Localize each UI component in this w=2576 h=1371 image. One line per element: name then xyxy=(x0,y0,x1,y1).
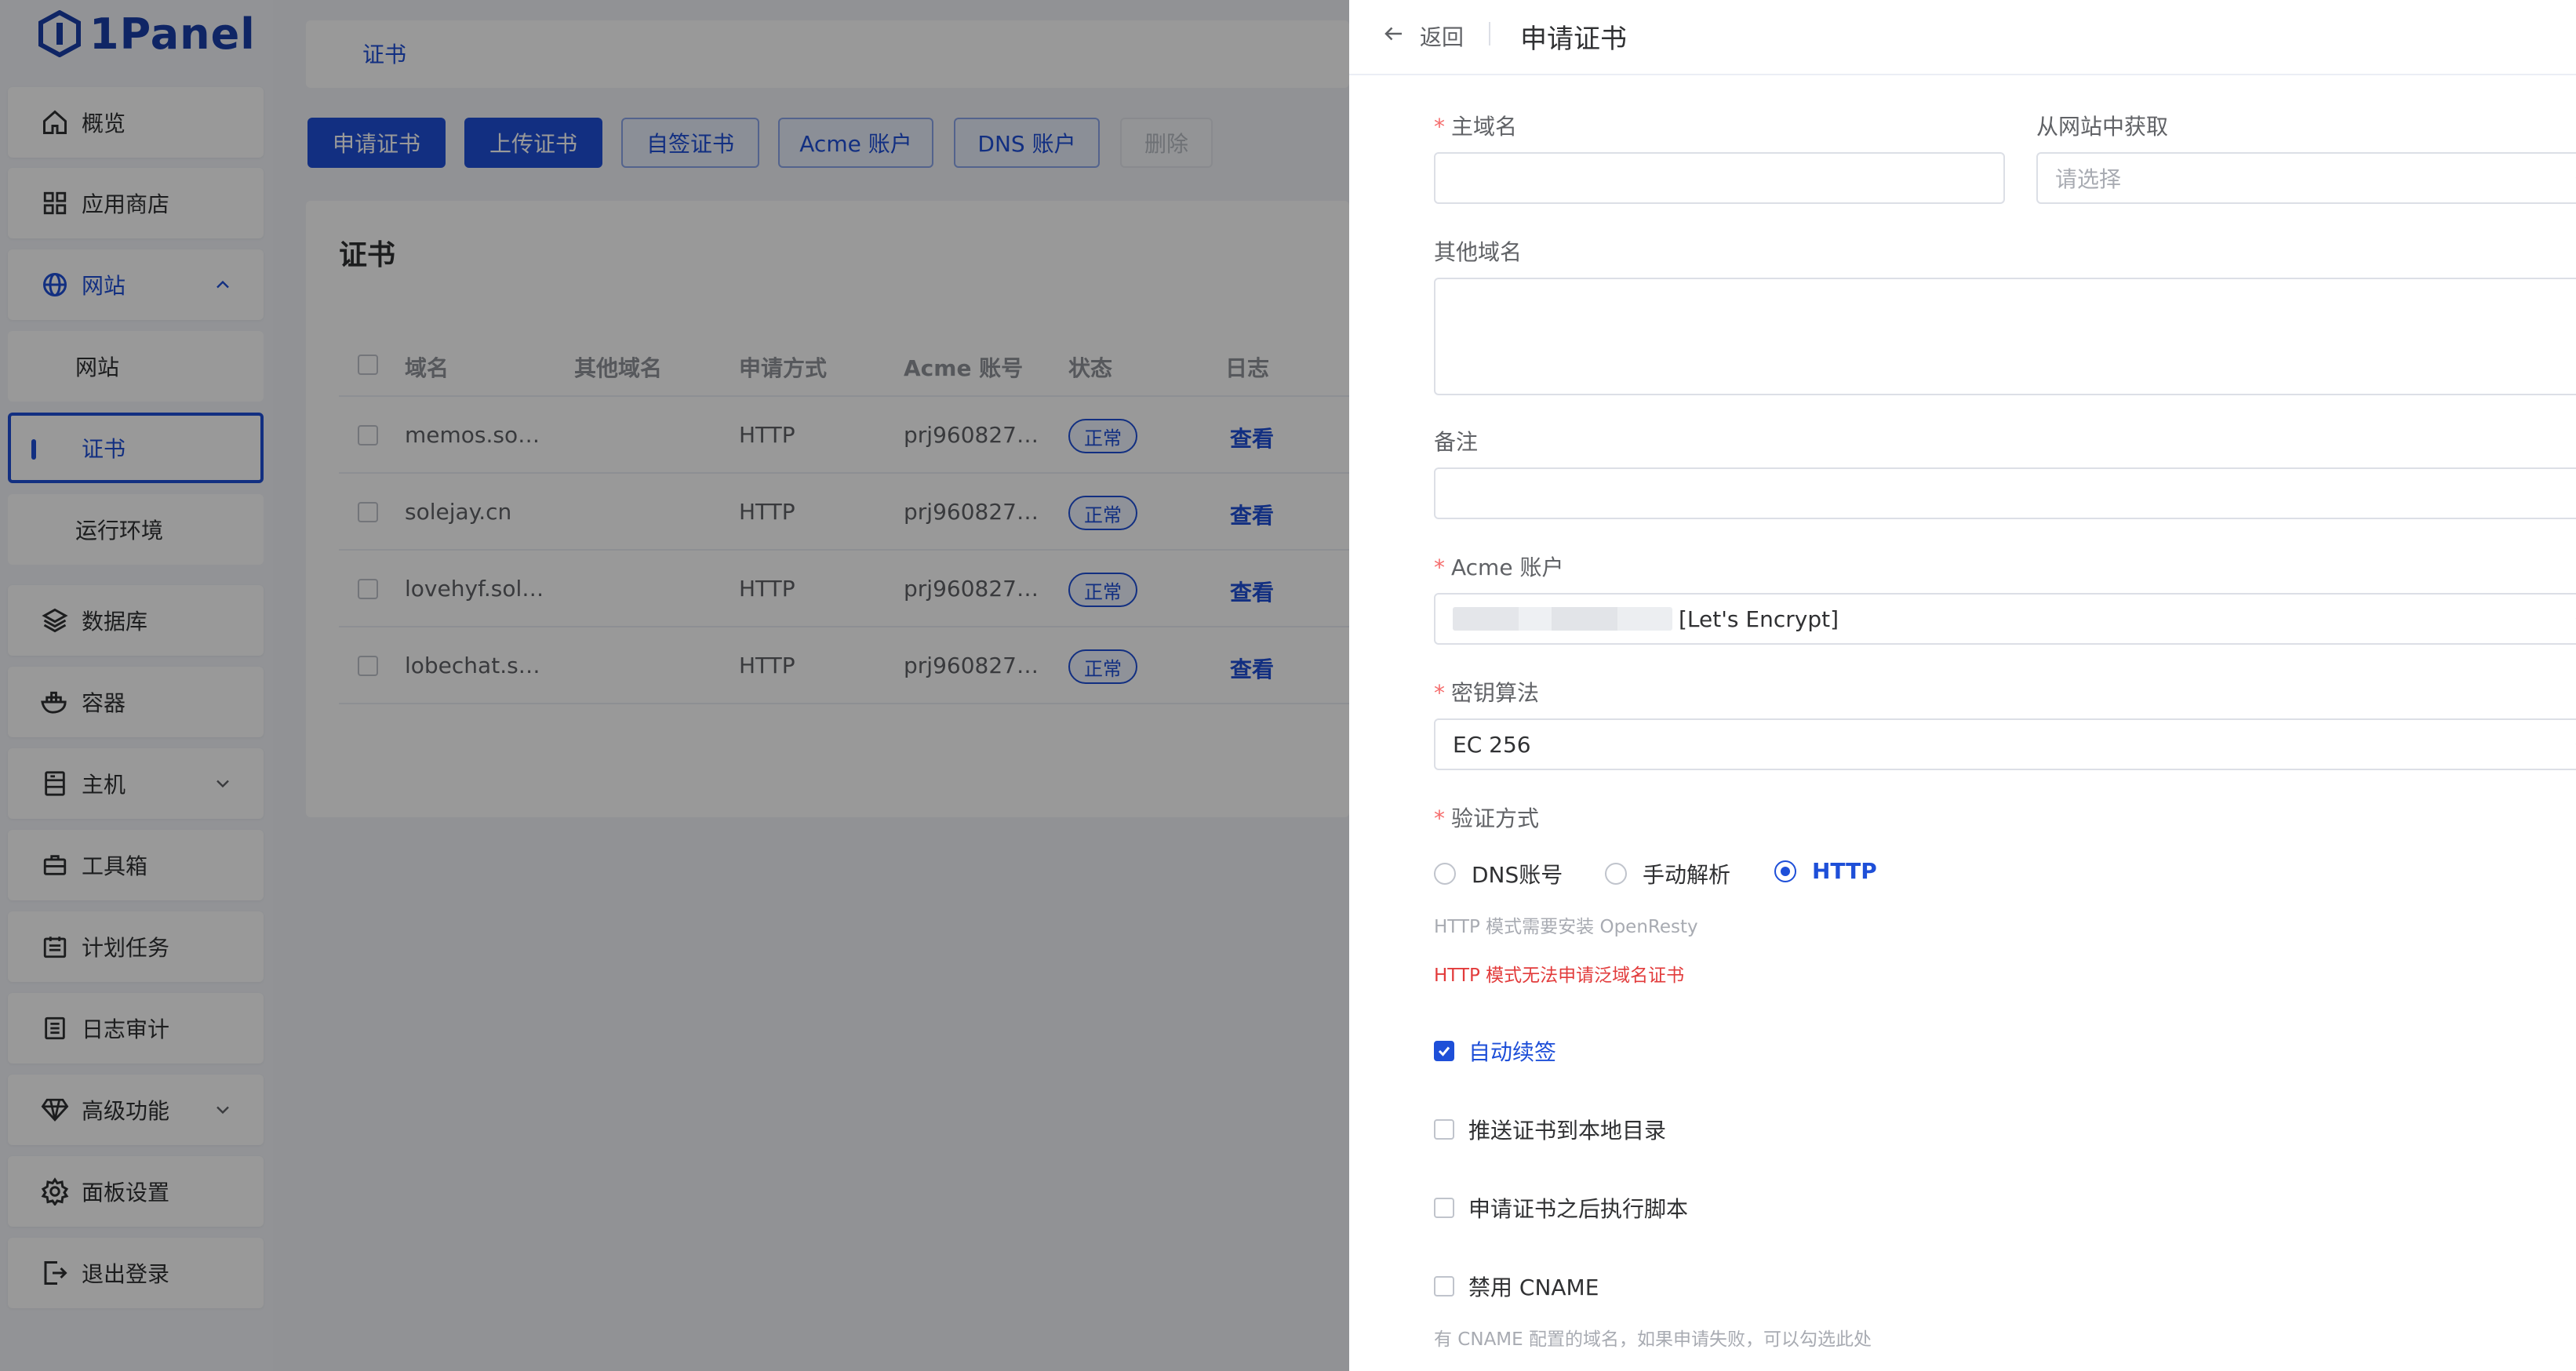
modal-overlay[interactable] xyxy=(0,0,1349,1371)
radio-circle xyxy=(1605,863,1627,885)
key-algorithm-select[interactable]: EC 256 xyxy=(1434,718,2576,770)
http-hint: HTTP 模式需要安装 OpenResty xyxy=(1434,917,1698,937)
exec-script-checkbox[interactable]: 申请证书之后执行脚本 xyxy=(1434,1192,1688,1224)
verify-radio-http[interactable]: HTTP xyxy=(1774,858,1877,884)
from-site-label: 从网站中获取 xyxy=(2036,114,2169,140)
primary-domain-input[interactable] xyxy=(1434,152,2005,204)
required-mark: * xyxy=(1434,680,1445,706)
checkbox-box xyxy=(1434,1276,1454,1296)
select-value: EC 256 xyxy=(1453,731,1531,758)
checkbox-label: 申请证书之后执行脚本 xyxy=(1468,1196,1689,1222)
check-icon xyxy=(1438,1046,1450,1056)
chevron-down-icon xyxy=(2571,736,2576,756)
auto-renew-checkbox[interactable]: 自动续签 xyxy=(1434,1035,1556,1067)
chevron-down-icon xyxy=(2575,177,2576,178)
remark-input[interactable] xyxy=(1434,467,2576,519)
verify-radio-dns[interactable]: DNS账号 xyxy=(1434,858,1563,889)
required-mark: * xyxy=(1434,555,1445,580)
chevron-down-icon xyxy=(2575,618,2576,619)
radio-circle xyxy=(1434,863,1456,885)
back-button[interactable]: 返回 xyxy=(1420,20,1464,52)
verify-radio-manual[interactable]: 手动解析 xyxy=(1605,858,1730,889)
cname-hint: 有 CNAME 配置的域名，如果申请失败，可以勾选此处 xyxy=(1434,1329,1872,1350)
other-domains-textarea[interactable] xyxy=(1434,278,2576,395)
acme-account-label: * Acme 账户 xyxy=(1434,551,1563,582)
label-text: 主域名 xyxy=(1451,114,1518,140)
select-value: [Let's Encrypt] xyxy=(1679,605,1839,632)
checkbox-label: 禁用 CNAME xyxy=(1468,1275,1599,1300)
push-local-checkbox[interactable]: 推送证书到本地目录 xyxy=(1434,1114,1666,1145)
label-text: Acme 账户 xyxy=(1451,555,1564,580)
radio-circle xyxy=(1774,860,1796,882)
radio-label: HTTP xyxy=(1812,858,1877,884)
back-arrow-icon[interactable] xyxy=(1382,22,1406,45)
required-mark: * xyxy=(1434,806,1445,831)
drawer-header-divider xyxy=(1349,74,2576,75)
other-domains-label: 其他域名 xyxy=(1434,239,1523,265)
http-warning: HTTP 模式无法申请泛域名证书 xyxy=(1434,966,1685,986)
header-separator xyxy=(1489,22,1490,45)
checkbox-label: 推送证书到本地目录 xyxy=(1468,1118,1667,1144)
drawer-title: 申请证书 xyxy=(1520,24,1627,55)
from-site-select[interactable]: 请选择 xyxy=(2036,152,2576,204)
checkbox-box xyxy=(1434,1041,1454,1061)
checkbox-label: 自动续签 xyxy=(1468,1039,1557,1065)
acme-account-select[interactable]: [Let's Encrypt] xyxy=(1434,593,2576,645)
checkbox-box xyxy=(1434,1119,1454,1140)
radio-label: 手动解析 xyxy=(1643,862,1731,888)
label-text: 验证方式 xyxy=(1451,806,1540,831)
verify-method-label: * 验证方式 xyxy=(1434,802,1539,833)
required-mark: * xyxy=(1434,114,1445,140)
radio-label: DNS账号 xyxy=(1472,862,1563,888)
select-placeholder: 请选择 xyxy=(2055,166,2122,192)
checkbox-box xyxy=(1434,1198,1454,1218)
key-algorithm-label: * 密钥算法 xyxy=(1434,676,1539,707)
disable-cname-checkbox[interactable]: 禁用 CNAME xyxy=(1434,1271,1599,1302)
label-text: 密钥算法 xyxy=(1451,680,1540,706)
remark-label: 备注 xyxy=(1434,429,1479,455)
primary-domain-label: * 主域名 xyxy=(1434,110,1517,141)
redacted-email xyxy=(1453,607,1672,631)
